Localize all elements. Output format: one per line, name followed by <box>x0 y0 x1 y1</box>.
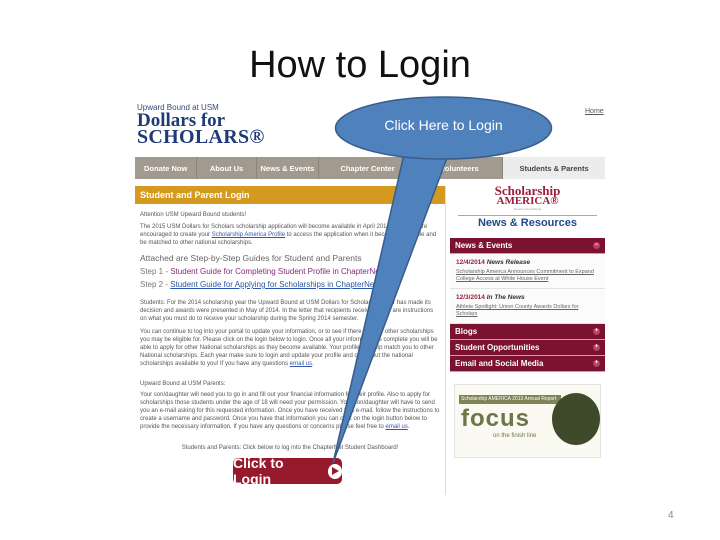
page-number: 4 <box>668 510 674 521</box>
play-arrow-icon <box>327 463 342 479</box>
login-section-header: Student and Parent Login <box>135 186 445 204</box>
sa-tagline: Dreams Need Doing <box>513 207 542 211</box>
scholarship-america-logo[interactable]: Scholarship AMERICA® <box>450 184 605 207</box>
home-link[interactable]: Home <box>585 108 604 115</box>
nav-news-events[interactable]: News & Events <box>257 157 320 179</box>
news-resources-heading: News & Resources <box>458 215 597 229</box>
news-events-label: News & Events <box>455 241 513 250</box>
news-date-value: 12/4/2014 <box>456 259 485 266</box>
click-to-login-button[interactable]: Click to Login <box>233 455 342 487</box>
callout-text: Click Here to Login <box>384 117 503 133</box>
news-events-bar[interactable]: News & Events − <box>450 238 605 254</box>
parents-heading: Upward Bound at USM Parents: <box>140 381 226 387</box>
news-item: 12/3/2014 In The News Athlete Spotlight:… <box>450 289 605 324</box>
news-item: 12/4/2014 News Release Scholarship Ameri… <box>450 254 605 289</box>
students-paragraph: Students: For the 2014 scholarship year … <box>140 300 434 322</box>
step-1-prefix: Step 1 - <box>140 267 171 276</box>
news-sidebar: Scholarship AMERICA® Dreams Need Doing N… <box>450 183 605 458</box>
email-us-link-1[interactable]: email us <box>290 361 312 367</box>
step-2: Step 2 - Student Guide for Applying for … <box>140 280 440 289</box>
focus-wordmark: focus <box>461 405 531 432</box>
nav-students-parents[interactable]: Students & Parents <box>503 157 605 179</box>
logo-line-2: SCHOLARS® <box>137 126 265 148</box>
email-social-media-bar[interactable]: Email and Social Media + <box>450 356 605 372</box>
news-link[interactable]: Athlete Spotlight: Union County Awards D… <box>456 304 599 318</box>
student-opportunities-bar[interactable]: Student Opportunities + <box>450 340 605 356</box>
news-type: In The News <box>486 294 525 301</box>
news-link[interactable]: Scholarship America Announces Commitment… <box>456 269 599 283</box>
news-type: News Release <box>486 259 531 266</box>
email-us-link-2[interactable]: email us <box>385 424 407 430</box>
expand-icon[interactable]: + <box>593 328 600 335</box>
news-date: 12/4/2014 News Release <box>456 259 599 266</box>
step-1-guide-link[interactable]: Student Guide for Completing Student Pro… <box>170 267 382 276</box>
login-button-label: Click to Login <box>233 455 284 487</box>
login-section: Student and Parent Login Attention USM U… <box>135 186 446 495</box>
nav-chapter-center[interactable]: Chapter Center <box>319 157 418 179</box>
attention-text: Attention USM Upward Bound students! <box>140 212 247 218</box>
annual-report-header: Scholarship AMERICA 2013 Annual Report <box>459 395 561 404</box>
step-2-prefix: Step 2 - <box>140 280 171 289</box>
collapse-icon[interactable]: − <box>593 242 600 249</box>
focus-subtitle: on the finish line <box>493 433 537 439</box>
nav-donate-now[interactable]: Donate Now <box>135 157 198 179</box>
click-below-note: Students and Parents: Click below to log… <box>181 445 399 451</box>
nav-about-us[interactable]: About Us <box>197 157 257 179</box>
dollars-for-scholars-logo[interactable]: Dollars for SCHOLARS® <box>137 111 265 148</box>
blogs-bar[interactable]: Blogs + <box>450 324 605 340</box>
continue-paragraph: You can continue to log into your portal… <box>140 329 438 367</box>
expand-icon[interactable]: + <box>593 344 600 351</box>
guides-heading: Attached are Step-by-Step Guides for Stu… <box>140 253 362 263</box>
nav-volunteers[interactable]: Volunteers <box>417 157 504 179</box>
annual-report-banner[interactable]: Scholarship AMERICA 2013 Annual Report f… <box>454 384 601 458</box>
continue-text: You can continue to log into your portal… <box>140 329 438 367</box>
blogs-label: Blogs <box>455 327 478 336</box>
email-social-media-label: Email and Social Media <box>455 359 544 368</box>
step-1: Step 1 - Student Guide for Completing St… <box>140 267 440 276</box>
step-2-guide-link[interactable]: Student Guide for Applying for Scholarsh… <box>170 280 376 289</box>
sa-logo-line-2: AMERICA® <box>496 195 559 207</box>
website-screenshot: Upward Bound at USM Dollars for SCHOLARS… <box>135 97 605 495</box>
news-date: 12/3/2014 In The News <box>456 294 599 301</box>
intro-paragraph: The 2015 USM Dollars for Scholars schola… <box>140 223 440 247</box>
profile-link[interactable]: Scholarship America Profile <box>212 232 285 238</box>
expand-icon[interactable]: + <box>593 360 600 367</box>
parents-paragraph: Your son/daughter will need you to go in… <box>140 392 440 430</box>
student-opportunities-label: Student Opportunities <box>455 343 540 352</box>
news-date-value: 12/3/2014 <box>456 294 485 301</box>
graduate-photo <box>552 393 600 445</box>
slide-title: How to Login <box>249 44 471 86</box>
main-nav: Donate Now About Us News & Events Chapte… <box>135 157 605 179</box>
